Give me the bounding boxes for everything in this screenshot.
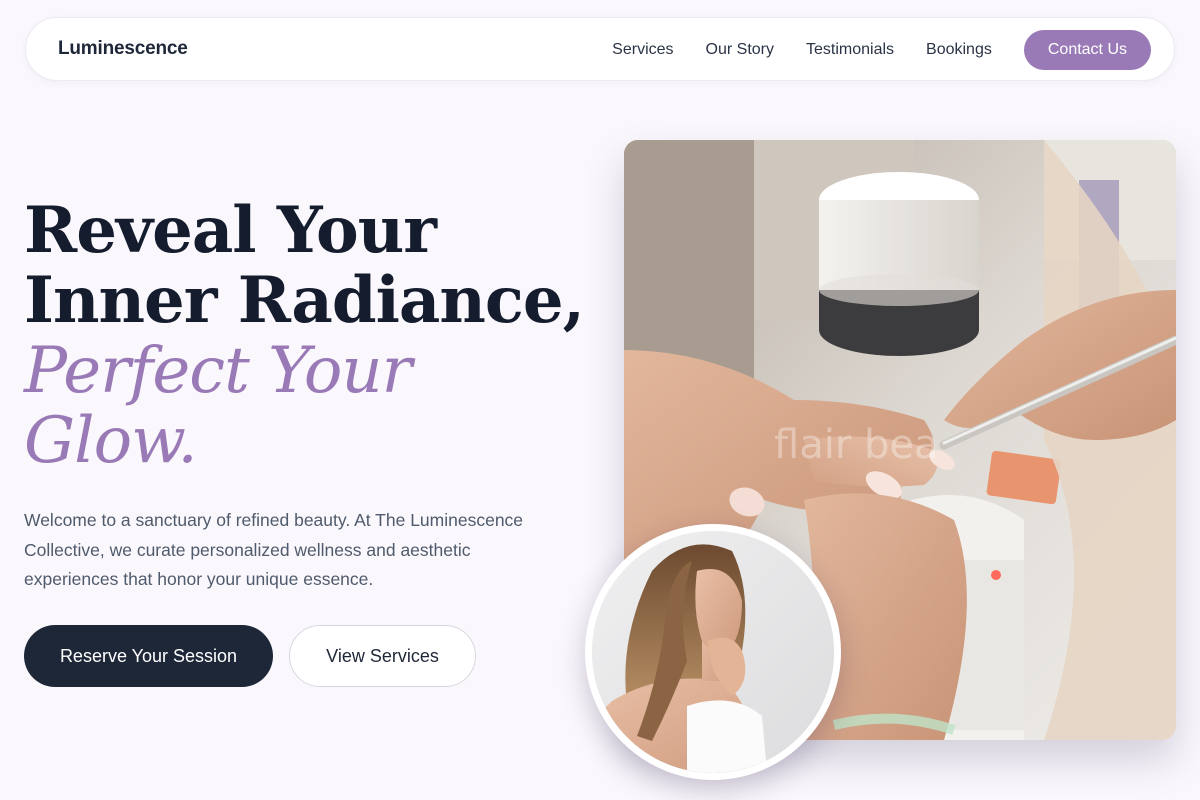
nav-links: Services Our Story Testimonials Bookings… xyxy=(612,30,1151,70)
photo-watermark: flair bea xyxy=(774,422,939,468)
portrait-photo-illustration xyxy=(592,531,834,773)
nav-link-our-story[interactable]: Our Story xyxy=(706,30,774,70)
view-services-button[interactable]: View Services xyxy=(289,625,476,687)
hero-heading-accent-line-1: Perfect Your xyxy=(24,334,412,408)
contact-us-button[interactable]: Contact Us xyxy=(1023,30,1151,70)
nav-link-bookings[interactable]: Bookings xyxy=(926,30,992,70)
hero-heading-line-2: Inner Radiance, xyxy=(24,263,585,338)
top-navbar: Luminescence Services Our Story Testimon… xyxy=(25,17,1175,81)
hero-heading-accent-line-2: Glow. xyxy=(24,404,198,478)
portrait-photo xyxy=(585,524,841,780)
hero-description: Welcome to a sanctuary of refined beauty… xyxy=(24,510,524,589)
nav-link-services[interactable]: Services xyxy=(612,30,673,70)
nav-link-testimonials[interactable]: Testimonials xyxy=(806,30,894,70)
hero-heading-line-1: Reveal Your xyxy=(24,193,437,268)
reserve-session-button[interactable]: Reserve Your Session xyxy=(24,625,273,687)
hero-heading: Reveal Your Inner Radiance, Perfect Your… xyxy=(24,193,594,478)
brand-logo[interactable]: Luminescence xyxy=(58,38,188,60)
